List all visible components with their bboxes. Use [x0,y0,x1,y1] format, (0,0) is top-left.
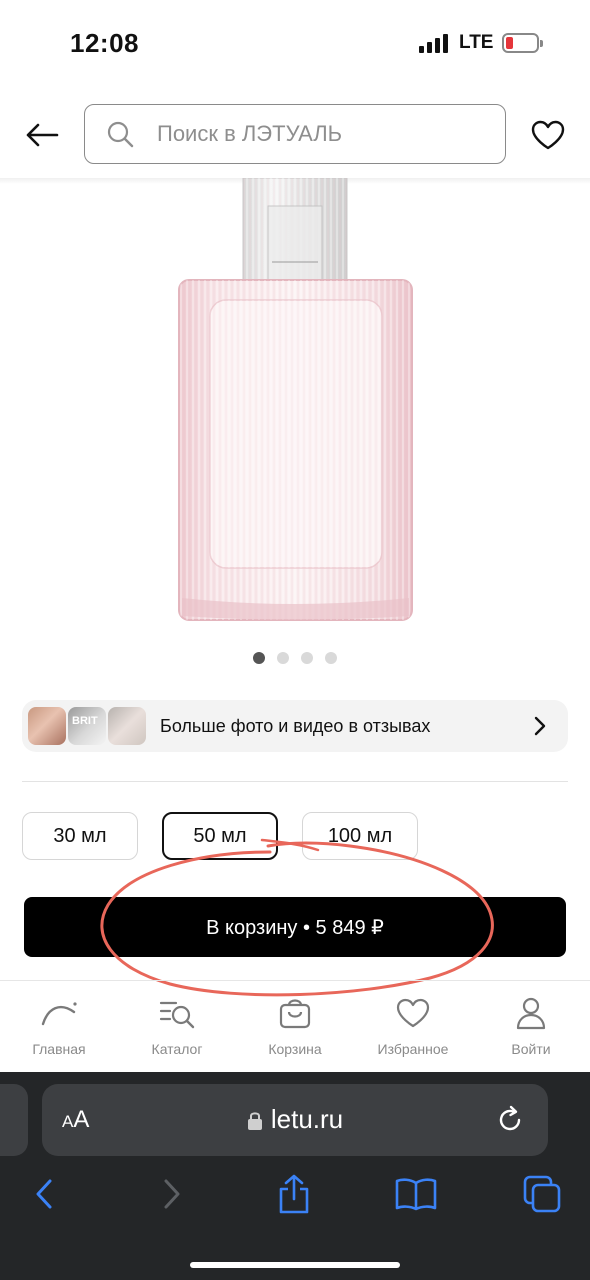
text-size-large: A [73,1106,90,1133]
bookmarks-button[interactable] [394,1170,438,1218]
reload-icon[interactable] [492,1102,528,1138]
cart-bag-icon [275,995,315,1031]
review-thumbnail: BRIT [66,705,108,747]
browser-toolbar [0,1170,590,1220]
volume-option[interactable]: 30 мл [22,812,138,860]
chevron-right-icon [526,712,554,740]
nav-item-cart[interactable]: Корзина [236,981,354,1072]
reviews-media-banner[interactable]: BRIT Больше фото и видео в отзывах [22,700,568,752]
nav-label: Главная [32,1041,86,1057]
volume-option-selected[interactable]: 50 мл [162,812,278,860]
review-thumbnail [26,705,68,747]
gallery-dot[interactable] [253,652,265,664]
add-to-cart-button[interactable]: В корзину • 5 849 ₽ [24,897,566,957]
gallery-dot[interactable] [325,652,337,664]
chevron-left-icon [36,1179,52,1209]
gallery-dot[interactable] [301,652,313,664]
back-button[interactable] [22,115,62,155]
status-time: 12:08 [70,28,139,58]
nav-item-login[interactable]: Войти [472,981,590,1072]
text-size-button[interactable]: AA [62,1106,89,1134]
book-icon [395,1178,437,1211]
nav-label: Каталог [151,1041,203,1057]
review-thumbnails: BRIT [26,705,148,747]
url-text: letu.ru [270,1104,344,1134]
network-label: LTE [459,32,494,53]
share-icon [279,1174,309,1214]
home-logo-icon [39,995,79,1031]
url-display: letu.ru [42,1104,548,1135]
text-size-small: A [62,1112,74,1131]
arrow-left-icon [26,123,59,147]
divider [22,781,568,782]
share-button[interactable] [272,1170,316,1218]
battery-icon [502,33,543,53]
catalog-search-icon [157,995,197,1031]
gallery-dot[interactable] [277,652,289,664]
tabs-button[interactable] [520,1170,564,1218]
reviews-banner-label: Больше фото и видео в отзывах [160,715,431,736]
search-input[interactable] [157,121,477,147]
search-icon [105,119,135,149]
nav-item-catalog[interactable]: Каталог [118,981,236,1072]
browser-chrome: AA letu.ru [0,1072,590,1280]
lock-icon [247,1112,262,1131]
signal-icon [419,33,448,53]
volume-option[interactable]: 100 мл [302,812,418,860]
volume-selector: 30 мл 50 мл 100 мл [22,812,418,860]
heart-outline-icon [531,120,565,150]
nav-label: Корзина [268,1041,322,1057]
address-bar[interactable]: AA letu.ru [42,1084,548,1156]
favorite-button[interactable] [528,115,568,155]
product-image[interactable] [0,177,590,638]
home-indicator [190,1262,400,1268]
nav-item-home[interactable]: Главная [0,981,118,1072]
tabs-icon [523,1175,561,1213]
heart-icon [393,995,433,1031]
bottom-navigation: Главная Каталог Корзина Избранное Войти [0,980,590,1072]
browser-forward-button[interactable] [150,1170,194,1218]
perfume-bottle-image [178,177,413,621]
gallery-pagination [253,652,337,664]
user-icon [511,995,551,1031]
previous-tab-preview[interactable] [0,1084,28,1156]
nav-label: Избранное [377,1041,449,1057]
browser-back-button[interactable] [22,1170,66,1218]
review-thumbnail [106,705,148,747]
nav-item-favorites[interactable]: Избранное [354,981,472,1072]
nav-label: Войти [511,1041,551,1057]
chevron-right-icon [164,1179,180,1209]
status-bar: 12:08 LTE [0,0,590,90]
search-box[interactable] [84,104,506,164]
thumbnail-text: BRIT [72,715,98,727]
header [0,100,590,170]
